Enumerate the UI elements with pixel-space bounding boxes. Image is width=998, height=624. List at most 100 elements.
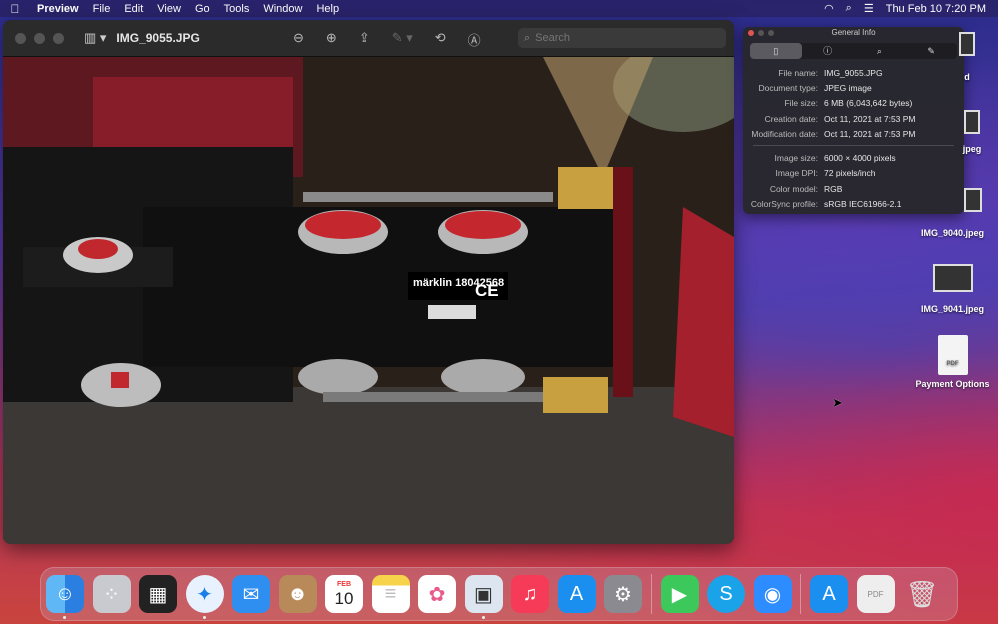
info-value: 72 pixels/inch xyxy=(824,168,876,179)
desktop-icon-img-9041[interactable]: IMG_9041.jpeg xyxy=(915,264,990,314)
wifi-icon[interactable]: ◠ xyxy=(824,2,834,15)
info-row: Document type: JPEG image xyxy=(743,80,964,95)
thumbnail xyxy=(959,32,975,56)
calendar-icon[interactable]: FEB 10 xyxy=(325,575,363,613)
app-store-icon[interactable]: A xyxy=(557,575,596,613)
menu-clock[interactable]: Thu Feb 10 7:20 PM xyxy=(886,3,986,15)
calendar-month: FEB xyxy=(337,581,351,588)
preview-toolbar: ▥ ▾ IMG_9055.JPG ⊖ ⊕ ⇪ ✎ ▾ ⟲ Ⓐ ⌕ xyxy=(3,20,734,57)
info-titlebar: General Info xyxy=(743,27,964,39)
calendar-day: 10 xyxy=(334,589,354,608)
info-value: JPEG image xyxy=(824,82,872,93)
desktop-icon-label: IMG_9041.jpeg xyxy=(920,304,985,314)
info-value: 6000 × 4000 pixels xyxy=(824,153,896,164)
info-value: RGB xyxy=(824,183,843,194)
safari-icon[interactable]: ✦ xyxy=(185,575,224,619)
pdf-file-icon: PDF xyxy=(937,335,968,375)
keywords-tab-icon[interactable]: ⌕ xyxy=(854,43,906,59)
info-value: 6 MB (6,043,642 bytes) xyxy=(824,98,913,109)
thumbnail xyxy=(964,188,982,212)
info-value: Oct 11, 2021 at 7:53 PM xyxy=(824,128,916,139)
info-key: Creation date: xyxy=(764,113,818,124)
menu-app-name[interactable]: Preview xyxy=(30,3,86,15)
search-field[interactable]: ⌕ xyxy=(518,28,726,48)
apple-menu-icon[interactable]:  xyxy=(0,2,30,16)
info-row: Creation date: Oct 11, 2021 at 7:53 PM xyxy=(743,111,964,126)
info-minimize-button[interactable] xyxy=(758,30,764,36)
desktop-icon-label: jpeg xyxy=(962,144,982,154)
info-row: File size: 6 MB (6,043,642 bytes) xyxy=(743,96,964,111)
more-info-tab-icon[interactable]: ⓘ xyxy=(802,43,854,59)
sidebar-toggle-icon[interactable]: ▥ ▾ xyxy=(84,30,106,46)
general-tab-icon[interactable]: ▯ xyxy=(750,43,802,59)
window-title: IMG_9055.JPG xyxy=(116,31,200,45)
info-window-controls xyxy=(748,30,774,36)
menu-go[interactable]: Go xyxy=(188,3,217,15)
preview-window: ▥ ▾ IMG_9055.JPG ⊖ ⊕ ⇪ ✎ ▾ ⟲ Ⓐ ⌕ Search … xyxy=(3,20,734,544)
preview-app-icon[interactable]: ▣ xyxy=(464,575,503,619)
trash-icon[interactable]: 🗑 xyxy=(903,575,941,613)
share-icon[interactable]: ⇪ xyxy=(359,30,370,49)
rotate-icon[interactable]: ⟲ xyxy=(435,30,446,49)
music-icon[interactable]: ♫ xyxy=(511,575,549,613)
downloads-stack-icon[interactable]: A xyxy=(810,575,848,613)
menu-edit[interactable]: Edit xyxy=(117,3,150,15)
mouse-cursor-icon: ➤ xyxy=(832,395,843,410)
zoom-button[interactable] xyxy=(53,32,64,44)
zoom-icon[interactable]: ◉ xyxy=(753,575,792,613)
zoom-out-icon[interactable]: ⊖ xyxy=(293,30,304,49)
contacts-icon[interactable]: ☻ xyxy=(278,575,317,613)
thumbnail xyxy=(932,264,973,292)
locomotive-photo: märklin 18042568 CE xyxy=(3,57,734,544)
desktop-icon-partial-1[interactable]: d xyxy=(957,32,977,82)
search-input[interactable] xyxy=(535,32,706,44)
spotlight-icon[interactable]: ⌕ xyxy=(846,2,852,15)
desktop-icon-img-9040[interactable]: IMG_9040.jpeg xyxy=(915,188,990,238)
toolbar-tools: ⊖ ⊕ ⇪ ✎ ▾ ⟲ Ⓐ xyxy=(293,30,481,49)
info-divider xyxy=(753,145,954,147)
thumbnail xyxy=(964,110,980,134)
running-indicator xyxy=(202,616,206,619)
info-value: IMG_9055.JPG xyxy=(824,67,883,78)
finder-icon[interactable]: ☺ xyxy=(46,575,84,619)
pdf-stack-icon[interactable]: PDF xyxy=(856,575,895,613)
menu-file[interactable]: File xyxy=(86,3,118,15)
mail-icon[interactable]: ✉ xyxy=(232,575,270,613)
mission-control-icon[interactable]: ▦ xyxy=(139,575,177,613)
menu-help[interactable]: Help xyxy=(309,3,346,15)
system-preferences-icon[interactable]: ⚙ xyxy=(604,575,642,613)
info-key: Color model: xyxy=(769,183,818,194)
close-button[interactable] xyxy=(15,32,26,44)
info-row: File name: IMG_9055.JPG xyxy=(743,65,964,80)
info-title: General Info xyxy=(831,28,876,37)
desktop-icon-label: d xyxy=(964,72,970,82)
info-key: Image size: xyxy=(774,153,818,164)
info-value: Oct 11, 2021 at 7:53 PM xyxy=(824,113,916,124)
markup-icon[interactable]: ✎ ▾ xyxy=(392,30,413,49)
zoom-in-icon[interactable]: ⊕ xyxy=(326,30,337,49)
annotations-tab-icon[interactable]: ✎ xyxy=(905,43,957,59)
photo-view[interactable]: märklin 18042568 CE xyxy=(3,57,734,544)
window-controls xyxy=(15,32,64,44)
facetime-icon[interactable]: ▶ xyxy=(660,575,699,613)
desktop-icon-partial-2[interactable]: jpeg xyxy=(957,110,987,154)
desktop-icon-label: IMG_9040.jpeg xyxy=(920,228,985,238)
menu-tools[interactable]: Tools xyxy=(217,3,257,15)
menu-window[interactable]: Window xyxy=(256,3,309,15)
minimize-button[interactable] xyxy=(34,32,45,44)
desktop-icon-label: Payment Options xyxy=(915,379,990,389)
photo-ce-mark: CE xyxy=(475,281,499,300)
info-close-button[interactable] xyxy=(748,30,754,36)
menu-view[interactable]: View xyxy=(150,3,188,15)
desktop-icon-payment-options[interactable]: PDF Payment Options xyxy=(910,335,995,389)
info-key: Modification date: xyxy=(751,128,818,139)
annotate-icon[interactable]: Ⓐ xyxy=(468,30,481,49)
notes-icon[interactable]: ≡ xyxy=(371,575,410,613)
photos-icon[interactable]: ✿ xyxy=(418,575,456,613)
control-center-icon[interactable]: ☰ xyxy=(864,2,874,15)
skype-icon[interactable]: S xyxy=(707,575,745,613)
menu-bar:  Preview File Edit View Go Tools Window… xyxy=(0,0,998,17)
launchpad-icon[interactable]: ⁘ xyxy=(92,575,131,613)
dock-separator xyxy=(650,574,652,614)
info-zoom-button[interactable] xyxy=(768,30,774,36)
